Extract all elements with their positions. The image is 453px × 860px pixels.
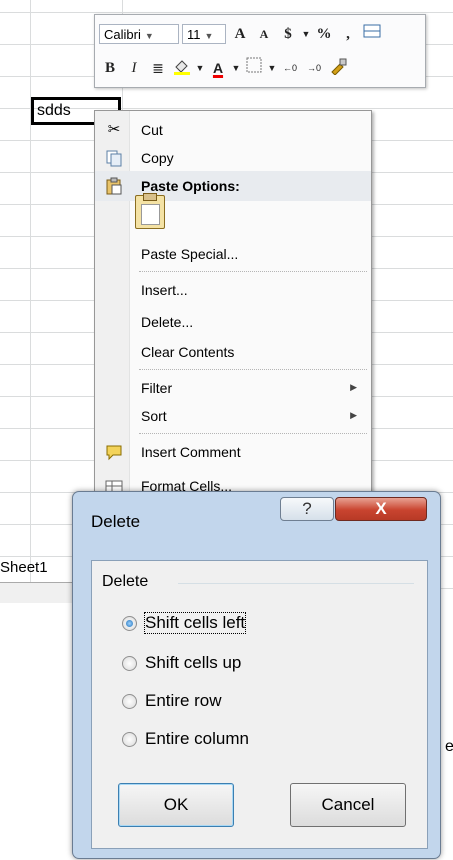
chevron-down-icon[interactable]: ▼ (301, 23, 311, 45)
menu-item-label: Delete... (141, 314, 194, 330)
dialog-body: Delete Shift cells left Shift cells up E… (91, 560, 428, 849)
increase-decimal-icon[interactable]: ←0 (279, 57, 301, 79)
font-color-button[interactable]: A (207, 57, 229, 79)
help-icon: ? (302, 499, 312, 518)
radio-shift-cells-left[interactable]: Shift cells left (122, 611, 247, 635)
radio-label: Shift cells up (145, 653, 242, 672)
menu-item-sort[interactable]: Sort ▶ (95, 401, 371, 431)
menu-item-copy[interactable]: Copy (95, 143, 371, 173)
font-name: Calibri (104, 27, 141, 42)
menu-item-label: Copy (141, 150, 174, 166)
font-name-box[interactable]: Calibri ▼ (99, 24, 179, 44)
menu-item-paste-special[interactable]: Paste Special... (95, 239, 371, 269)
cancel-button[interactable]: Cancel (290, 783, 406, 827)
menu-item-insert-comment[interactable]: Insert Comment (95, 437, 371, 467)
shrink-font-button[interactable]: A (253, 23, 275, 45)
paste-icon (105, 177, 123, 195)
menu-item-cut[interactable]: ✂ Cut (95, 115, 371, 145)
menu-item-label: Insert... (141, 282, 188, 298)
grow-font-button[interactable]: A (229, 23, 251, 45)
radio-label: Entire row (145, 691, 222, 710)
delete-dialog: Delete ? X Delete Shift cells left Shift… (72, 491, 441, 859)
chevron-down-icon: ▼ (144, 31, 154, 41)
format-painter-icon[interactable] (327, 57, 349, 79)
menu-separator (139, 271, 367, 272)
submenu-arrow-icon: ▶ (350, 410, 357, 420)
menu-separator (139, 369, 367, 370)
radio-button[interactable] (122, 731, 137, 747)
comma-button[interactable]: , (337, 23, 359, 45)
font-size-box[interactable]: 11 ▼ (182, 24, 226, 44)
chevron-down-icon[interactable]: ▼ (267, 57, 277, 79)
close-button[interactable]: X (335, 497, 427, 521)
radio-button[interactable] (122, 693, 137, 709)
menu-item-label: Paste Special... (141, 246, 239, 262)
copy-icon (105, 149, 123, 167)
percent-button[interactable]: % (313, 23, 335, 45)
menu-item-label: Insert Comment (141, 444, 241, 460)
format-painter-table-icon[interactable] (361, 23, 383, 45)
submenu-arrow-icon: ▶ (350, 382, 357, 392)
close-icon: X (375, 499, 387, 518)
chevron-down-icon: ▼ (204, 31, 214, 41)
menu-item-delete[interactable]: Delete... (95, 307, 371, 337)
comment-icon (105, 443, 123, 461)
scissors-icon: ✂ (107, 121, 121, 138)
chevron-down-icon[interactable]: ▼ (231, 57, 241, 79)
menu-item-insert[interactable]: Insert... (95, 275, 371, 305)
context-menu: ✂ Cut Copy Paste Options: Paste Special.… (94, 110, 372, 512)
sheet-tab[interactable]: Sheet1 (0, 559, 48, 576)
menu-item-clear-contents[interactable]: Clear Contents (95, 337, 371, 367)
fill-color-icon[interactable] (171, 57, 193, 79)
menu-item-label: Sort (141, 408, 167, 424)
paste-option-icon[interactable] (135, 193, 165, 229)
radio-shift-cells-up[interactable]: Shift cells up (122, 651, 241, 675)
currency-button[interactable]: $ (277, 23, 299, 45)
dialog-title: Delete (91, 512, 141, 531)
font-color-letter: A (212, 60, 224, 76)
clipboard-sheet (141, 204, 160, 225)
radio-button-selected[interactable] (122, 615, 137, 631)
group-label: Delete (102, 573, 155, 591)
cell-value: sdds (37, 102, 71, 119)
radio-label: Entire column (145, 729, 249, 748)
menu-item-label: Paste Options: (141, 178, 240, 194)
group-divider (178, 583, 414, 584)
chevron-down-icon[interactable]: ▼ (195, 57, 205, 79)
radio-entire-column[interactable]: Entire column (122, 727, 249, 751)
menu-item-filter[interactable]: Filter ▶ (95, 373, 371, 403)
italic-button[interactable]: I (123, 57, 145, 79)
ok-button[interactable]: OK (118, 783, 234, 827)
font-size: 11 (187, 27, 201, 42)
bold-button[interactable]: B (99, 57, 121, 79)
radio-button[interactable] (122, 655, 137, 671)
mini-toolbar: Calibri ▼ 11 ▼ A A $ ▼ % , B I ≣ ▼ A ▼ ▼ ←… (94, 14, 426, 88)
menu-item-label: Filter (141, 380, 173, 396)
clipboard-clip (143, 193, 157, 201)
help-button[interactable]: ? (280, 497, 334, 521)
align-center-icon[interactable]: ≣ (147, 57, 169, 79)
radio-entire-row[interactable]: Entire row (122, 689, 222, 713)
menu-item-label: Clear Contents (141, 344, 235, 360)
decrease-decimal-icon[interactable]: →0 (303, 57, 325, 79)
radio-label: Shift cells left (143, 612, 247, 634)
menu-separator (139, 433, 367, 434)
borders-icon[interactable] (243, 57, 265, 79)
menu-item-label: Cut (141, 122, 163, 138)
background-text-fragment: el (445, 738, 453, 755)
